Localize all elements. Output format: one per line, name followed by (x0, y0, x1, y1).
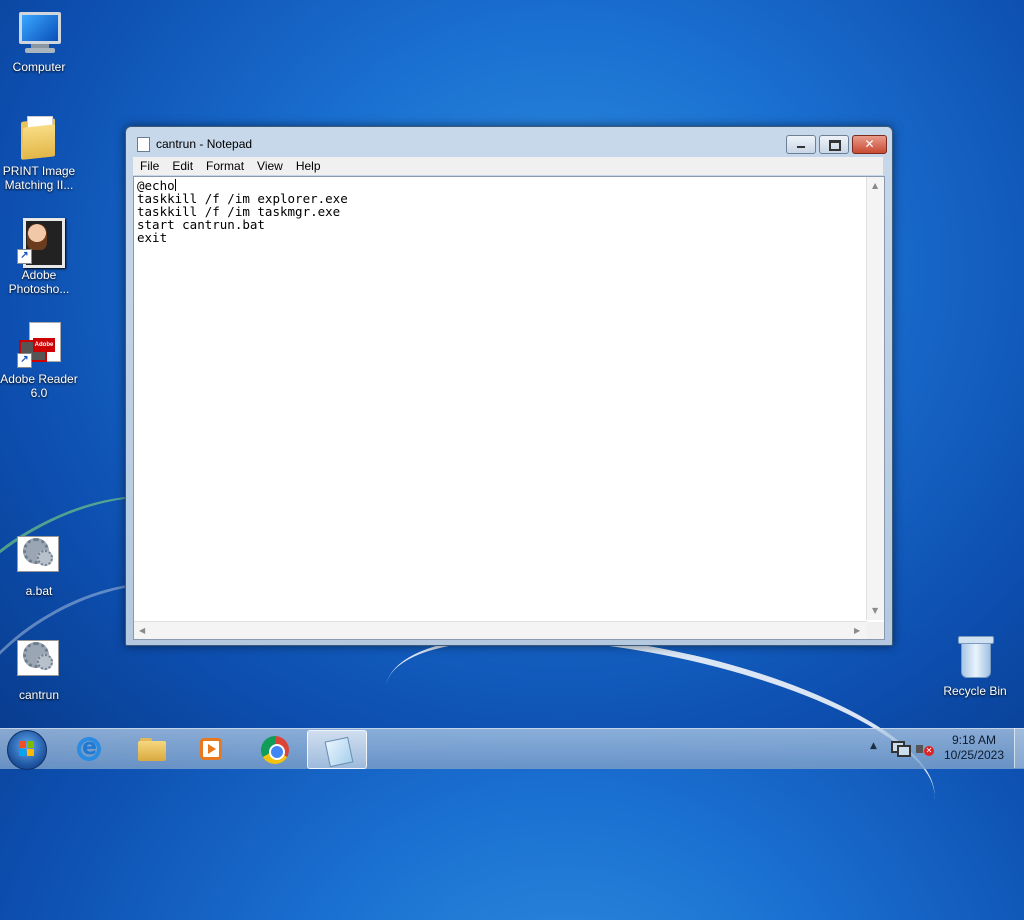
volume-muted-icon[interactable]: ✕ (915, 741, 934, 757)
folder-icon (15, 112, 63, 160)
taskbar-media-player[interactable] (182, 730, 240, 767)
desktop-icon-adobe-reader[interactable]: Adobe ↗ Adobe Reader 6.0 (0, 320, 78, 400)
desktop-icon-adobe-photoshop[interactable]: ↗ Adobe Photosho... (0, 216, 78, 296)
menu-edit[interactable]: Edit (165, 157, 199, 174)
taskbar-internet-explorer[interactable]: e (61, 730, 119, 767)
show-desktop-button[interactable] (1014, 728, 1024, 768)
horizontal-scrollbar[interactable]: ◀ ▶ (134, 621, 867, 639)
scroll-left-arrow-icon[interactable]: ◀ (139, 627, 145, 635)
chrome-icon (260, 735, 289, 764)
scroll-right-arrow-icon[interactable]: ▶ (854, 627, 860, 635)
notepad-icon (323, 736, 354, 768)
computer-icon (15, 8, 63, 56)
scroll-up-arrow-icon[interactable]: ▲ (872, 182, 878, 190)
desktop-icon-label: Adobe Reader 6.0 (0, 372, 78, 400)
windows-logo-icon (19, 741, 35, 757)
title-bar[interactable]: cantrun - Notepad ✕ (126, 127, 892, 157)
taskbar-notepad[interactable] (307, 730, 367, 769)
close-icon: ✕ (864, 137, 875, 151)
recycle-bin-icon (951, 632, 999, 680)
show-hidden-icons-arrow-icon[interactable]: ▲ (870, 741, 877, 751)
window-title: cantrun - Notepad (156, 137, 253, 151)
desktop-icon-print-image-matching[interactable]: PRINT Image Matching II... (0, 112, 78, 192)
desktop-icon-label: a.bat (25, 584, 53, 598)
close-button[interactable]: ✕ (852, 135, 887, 154)
media-player-icon (197, 735, 225, 763)
menu-bar: File Edit Format View Help (133, 157, 883, 175)
clock-time: 9:18 AM (951, 733, 997, 747)
text-caret (174, 179, 176, 191)
clock-date: 10/25/2023 (943, 748, 1005, 762)
system-clock[interactable]: 9:18 AM 10/25/2023 (939, 733, 1009, 763)
menu-view[interactable]: View (250, 157, 289, 174)
desktop-icon-label: Recycle Bin (943, 684, 1007, 698)
maximize-button[interactable] (819, 135, 849, 154)
size-grip[interactable] (867, 622, 884, 639)
text-line: start cantrun.bat (137, 217, 265, 232)
desktop-icon-recycle-bin[interactable]: Recycle Bin (936, 632, 1014, 698)
taskbar-windows-explorer[interactable] (122, 730, 180, 767)
vertical-scrollbar[interactable]: ▲ ▼ (866, 177, 884, 620)
network-icon[interactable] (891, 741, 911, 757)
menu-format[interactable]: Format (199, 157, 250, 174)
menu-help[interactable]: Help (289, 157, 327, 174)
internet-explorer-icon: e (76, 735, 104, 763)
shortcut-arrow-icon: ↗ (17, 249, 32, 264)
text-editor[interactable]: @echo taskkill /f /im explorer.exe taskkil… (133, 176, 885, 640)
desktop-icon-a-bat[interactable]: a.bat (0, 532, 78, 598)
notepad-icon (137, 137, 150, 152)
batch-file-gear-icon (15, 532, 63, 580)
desktop-icon-label: PRINT Image Matching II... (2, 164, 76, 192)
scroll-down-arrow-icon[interactable]: ▼ (872, 607, 878, 615)
taskbar-chrome[interactable] (245, 730, 303, 767)
minimize-button[interactable] (786, 135, 816, 154)
folder-icon (137, 735, 166, 763)
batch-file-gear-icon (15, 636, 63, 684)
text-line: exit (137, 230, 168, 245)
menu-file[interactable]: File (133, 157, 165, 174)
shortcut-arrow-icon: ↗ (17, 353, 32, 368)
notepad-window: cantrun - Notepad ✕ File Edit Format View He… (125, 126, 893, 646)
photoshop-icon: ↗ (15, 216, 65, 268)
desktop-icon-label: cantrun (18, 688, 60, 702)
adobe-reader-icon: Adobe ↗ (15, 320, 63, 368)
desktop-icon-label: Adobe Photosho... (8, 268, 70, 296)
desktop-icon-label: Computer (12, 60, 66, 74)
editor-text[interactable]: @echo taskkill /f /im explorer.exe taskkil… (137, 179, 862, 619)
start-button[interactable] (7, 730, 47, 770)
desktop-icon-computer[interactable]: Computer (0, 8, 78, 74)
desktop-icon-cantrun[interactable]: cantrun (0, 636, 78, 702)
